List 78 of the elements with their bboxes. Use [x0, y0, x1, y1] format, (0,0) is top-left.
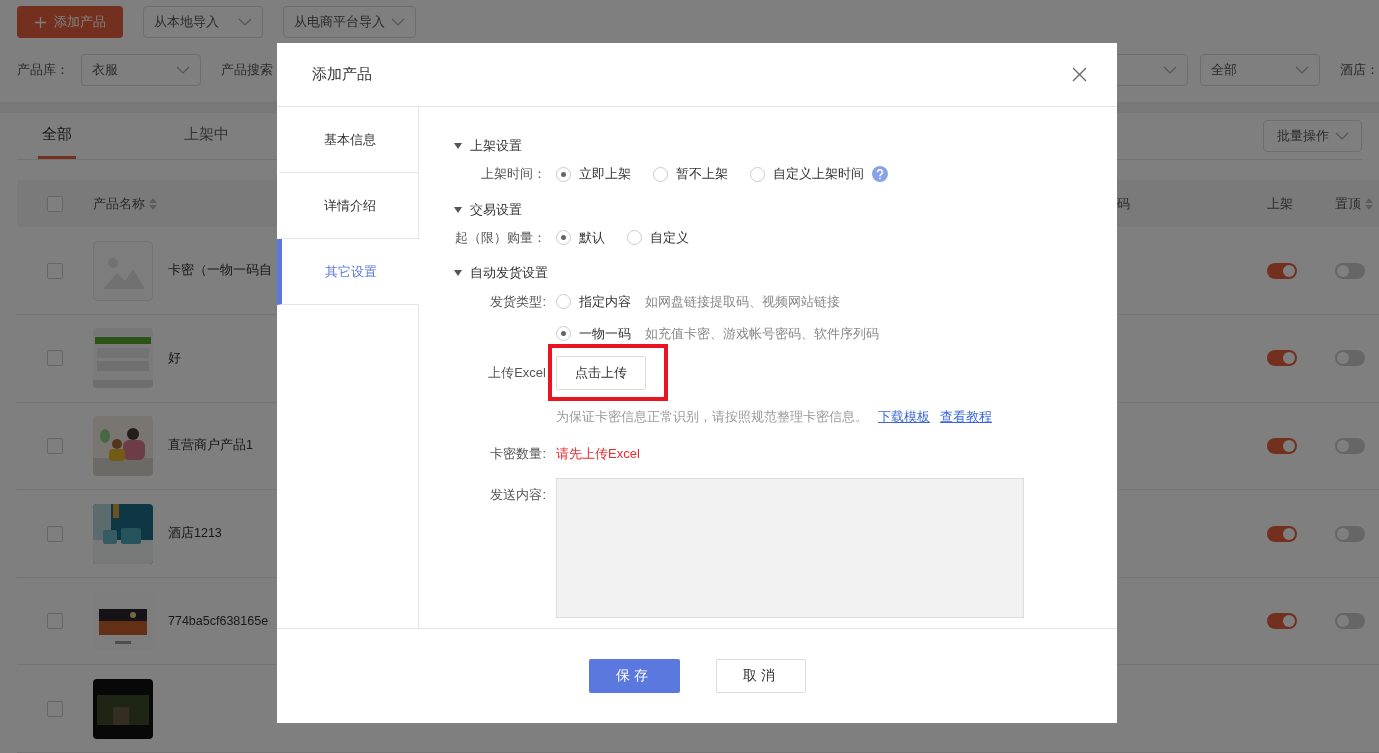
radio-label: 立即上架 — [579, 165, 631, 183]
link[interactable]: 下载模板 — [878, 408, 930, 427]
listed-toggle[interactable] — [1267, 262, 1297, 279]
import-dropdown[interactable]: 从电商平台导入 — [283, 6, 416, 38]
column-header: 上架 — [1267, 194, 1293, 213]
checkbox[interactable] — [47, 525, 63, 542]
pin-toggle[interactable] — [1335, 437, 1365, 454]
field-label: 起（限）购量： — [454, 228, 547, 247]
column-header: 产品名称 — [93, 194, 145, 213]
plus-icon — [34, 16, 46, 28]
pin-toggle[interactable] — [1335, 262, 1365, 279]
column-header: 码 — [1117, 194, 1130, 213]
link[interactable]: 查看教程 — [940, 408, 992, 427]
close-icon[interactable] — [1072, 67, 1087, 82]
count-status: 请先上传Excel — [556, 445, 640, 464]
import-dropdown[interactable]: 从本地导入 — [143, 6, 263, 38]
checkbox[interactable] — [47, 195, 63, 212]
caret-icon[interactable] — [454, 270, 462, 277]
field-label: 上架时间： — [480, 165, 547, 183]
section-title: 自动发货设置 — [470, 264, 548, 283]
filter-label: 产品库： — [17, 61, 69, 79]
radio-label: 自定义 — [650, 228, 689, 247]
checkbox[interactable] — [47, 613, 63, 630]
product-name: 直营商户产品1 — [168, 437, 253, 455]
section-title: 交易设置 — [470, 200, 522, 219]
listed-toggle[interactable] — [1267, 613, 1297, 630]
sort-icon[interactable] — [149, 197, 157, 210]
pin-toggle[interactable] — [1335, 350, 1365, 367]
chevron-down-icon — [1163, 66, 1177, 74]
pin-toggle[interactable] — [1335, 613, 1365, 630]
radio-label: 指定内容 — [579, 292, 631, 311]
filter-label: 酒店： — [1340, 61, 1379, 79]
checkbox[interactable] — [47, 350, 63, 367]
chevron-down-icon — [176, 66, 190, 74]
radio-label: 一物一码 — [579, 324, 631, 343]
chevron-down-icon — [238, 18, 252, 26]
help-icon[interactable] — [872, 166, 888, 182]
batch-actions-button[interactable]: 批量操作 — [1263, 120, 1362, 153]
filter-label: 产品搜索 — [221, 61, 273, 79]
checkbox[interactable] — [47, 700, 63, 717]
radio-label: 自定义上架时间 — [773, 165, 864, 183]
listed-toggle[interactable] — [1267, 350, 1297, 367]
field-label: 发送内容: — [489, 486, 547, 504]
product-name: 酒店1213 — [168, 525, 222, 543]
tab[interactable]: 全部 — [38, 113, 76, 160]
chevron-down-icon — [391, 18, 405, 26]
option-hint: 如网盘链接提取码、视频网站链接 — [645, 292, 840, 311]
upload-note: 为保证卡密信息正常识别，请按照规范整理卡密信息。 — [556, 408, 868, 426]
sort-icon[interactable] — [1365, 197, 1373, 210]
nav-item[interactable]: 其它设置 — [277, 239, 419, 305]
field-label: 卡密数量: — [489, 445, 547, 464]
content-field[interactable] — [556, 478, 1024, 618]
option-hint: 如充值卡密、游戏帐号密码、软件序列码 — [645, 324, 879, 343]
status-select[interactable]: 全部 — [1200, 54, 1320, 86]
product-name: 好 — [168, 349, 181, 367]
field-label: 上传Excel — [487, 364, 547, 383]
dialog-title: 添加产品 — [312, 65, 372, 84]
checkbox[interactable] — [47, 262, 63, 279]
listed-toggle[interactable] — [1267, 437, 1297, 454]
chevron-down-icon — [1334, 132, 1349, 141]
library-select[interactable]: 衣服 — [81, 54, 201, 86]
add-product-button[interactable]: 添加产品 — [17, 6, 123, 38]
cancel-button[interactable]: 取消 — [715, 659, 806, 693]
caret-icon[interactable] — [454, 143, 462, 149]
caret-icon[interactable] — [454, 206, 462, 213]
save-button[interactable]: 保存 — [588, 659, 680, 693]
pin-toggle[interactable] — [1335, 525, 1365, 542]
checkbox[interactable] — [47, 437, 63, 454]
tab[interactable]: 上架中 — [180, 113, 233, 160]
product-name: 774ba5cf638165e — [168, 614, 269, 629]
radio-label: 默认 — [579, 228, 605, 247]
column-header: 置顶 — [1335, 194, 1361, 213]
section-title: 上架设置 — [470, 137, 522, 155]
field-label: 发货类型: — [489, 292, 547, 311]
upload-button[interactable]: 点击上传 — [556, 356, 646, 391]
listed-toggle[interactable] — [1267, 525, 1297, 542]
chevron-down-icon — [1295, 66, 1309, 74]
radio-label: 暂不上架 — [676, 165, 728, 183]
